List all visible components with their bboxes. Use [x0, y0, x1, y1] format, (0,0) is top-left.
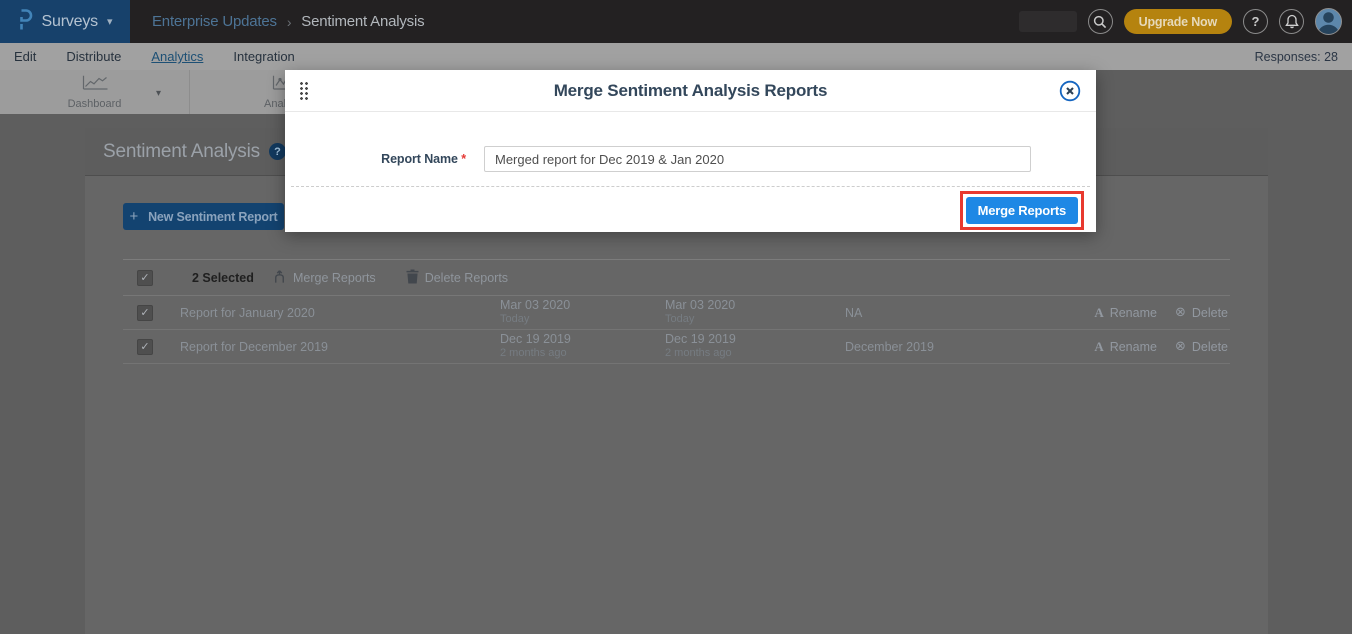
- help-icon[interactable]: ?: [1243, 9, 1268, 34]
- report-name-label: Report Name *: [285, 152, 466, 166]
- nav-item-edit[interactable]: Edit: [14, 49, 36, 64]
- check-icon: ✓: [140, 340, 149, 353]
- rename-label: Rename: [1110, 340, 1157, 354]
- brand-logo-icon: [18, 8, 33, 35]
- modal-header: Merge Sentiment Analysis Reports: [285, 70, 1096, 112]
- modal-title: Merge Sentiment Analysis Reports: [554, 81, 828, 101]
- selected-count: 2 Selected: [180, 271, 272, 285]
- survey-section-nav: Edit Distribute Analytics Integration Re…: [0, 43, 1352, 70]
- created-relative: 2 months ago: [500, 347, 665, 360]
- row-actions: A Rename ⊗ Delete: [1094, 305, 1230, 321]
- responses-count: Responses: 28: [1255, 50, 1338, 64]
- plus-icon: +: [130, 208, 139, 225]
- check-icon: ✓: [140, 271, 149, 284]
- modified-date-cell: Dec 19 2019 2 months ago: [665, 332, 845, 360]
- delete-reports-action[interactable]: Delete Reports: [406, 269, 508, 287]
- rename-action[interactable]: A Rename: [1094, 305, 1157, 321]
- check-icon: ✓: [140, 306, 149, 319]
- modified-relative: Today: [665, 313, 845, 326]
- breadcrumb-current: Sentiment Analysis: [301, 13, 424, 30]
- nav-item-analytics[interactable]: Analytics: [151, 49, 203, 64]
- modified-date: Dec 19 2019: [665, 332, 845, 347]
- tab-dashboard-label: Dashboard: [68, 98, 122, 110]
- delete-action[interactable]: ⊗ Delete: [1175, 339, 1228, 354]
- merge-reports-modal: Merge Sentiment Analysis Reports Report …: [285, 70, 1096, 232]
- page-title: Sentiment Analysis: [103, 141, 260, 163]
- topbar-actions: Upgrade Now ?: [1019, 8, 1352, 35]
- tab-dashboard[interactable]: Dashboard ▾: [0, 70, 190, 114]
- report-period: NA: [845, 306, 1085, 320]
- surveys-menu[interactable]: Surveys ▾: [0, 0, 130, 43]
- brand-label: Surveys: [42, 13, 98, 31]
- row-checkbox-cell: ✓: [123, 339, 180, 355]
- delete-circle-icon: ⊗: [1175, 339, 1186, 354]
- page-help-icon[interactable]: ?: [269, 143, 286, 160]
- merge-reports-button[interactable]: Merge Reports: [966, 197, 1078, 224]
- report-period: December 2019: [845, 340, 1085, 354]
- user-avatar[interactable]: [1315, 8, 1342, 35]
- created-date: Dec 19 2019: [500, 332, 665, 347]
- top-bar: Surveys ▾ Enterprise Updates › Sentiment…: [0, 0, 1352, 43]
- search-input[interactable]: [1019, 11, 1077, 32]
- notifications-bell-icon[interactable]: [1279, 9, 1304, 34]
- row-actions: A Rename ⊗ Delete: [1094, 339, 1230, 355]
- report-name-field-row: Report Name *: [285, 146, 1096, 172]
- table-row: ✓ Report for January 2020 Mar 03 2020 To…: [123, 296, 1230, 330]
- nav-item-integration[interactable]: Integration: [233, 49, 294, 64]
- line-chart-icon: [82, 75, 108, 95]
- report-name-input[interactable]: [484, 146, 1031, 172]
- rename-icon: A: [1094, 305, 1103, 321]
- trash-icon: [406, 269, 419, 287]
- help-glyph: ?: [1252, 14, 1260, 29]
- merge-reports-label: Merge Reports: [293, 271, 376, 285]
- new-sentiment-report-button[interactable]: + New Sentiment Report: [123, 203, 284, 230]
- header-checkbox-cell: ✓: [123, 270, 180, 286]
- breadcrumb-separator: ›: [287, 14, 291, 30]
- report-name-link[interactable]: Report for December 2019: [180, 340, 500, 354]
- select-all-checkbox[interactable]: ✓: [137, 270, 153, 286]
- delete-circle-icon: ⊗: [1175, 305, 1186, 320]
- modal-footer: Merge Reports: [291, 186, 1090, 232]
- modified-date-cell: Mar 03 2020 Today: [665, 298, 845, 326]
- drag-handle-icon[interactable]: [299, 81, 309, 101]
- row-checkbox[interactable]: ✓: [137, 339, 153, 355]
- table-row: ✓ Report for December 2019 Dec 19 2019 2…: [123, 330, 1230, 364]
- reports-table: ✓ 2 Selected Merge Reports: [123, 259, 1230, 364]
- created-date: Mar 03 2020: [500, 298, 665, 313]
- delete-action[interactable]: ⊗ Delete: [1175, 305, 1228, 320]
- modified-relative: 2 months ago: [665, 347, 845, 360]
- upgrade-now-button[interactable]: Upgrade Now: [1124, 9, 1232, 34]
- delete-label: Delete: [1192, 340, 1228, 354]
- created-date-cell: Mar 03 2020 Today: [500, 298, 665, 326]
- modified-date: Mar 03 2020: [665, 298, 845, 313]
- table-bulk-actions-row: ✓ 2 Selected Merge Reports: [123, 259, 1230, 296]
- rename-icon: A: [1094, 339, 1103, 355]
- chevron-down-icon: ▾: [107, 15, 113, 28]
- rename-action[interactable]: A Rename: [1094, 339, 1157, 355]
- tab-dashboard-caret-icon[interactable]: ▾: [156, 88, 161, 99]
- merge-icon: [272, 269, 287, 287]
- breadcrumb-parent-link[interactable]: Enterprise Updates: [152, 13, 277, 30]
- rename-label: Rename: [1110, 306, 1157, 320]
- required-asterisk: *: [461, 152, 466, 166]
- modal-close-icon[interactable]: [1059, 80, 1081, 102]
- created-date-cell: Dec 19 2019 2 months ago: [500, 332, 665, 360]
- modal-body: Report Name *: [285, 112, 1096, 186]
- row-checkbox[interactable]: ✓: [137, 305, 153, 321]
- new-report-label: New Sentiment Report: [148, 210, 277, 224]
- nav-item-distribute[interactable]: Distribute: [66, 49, 121, 64]
- report-name-label-text: Report Name: [381, 152, 458, 166]
- report-name-link[interactable]: Report for January 2020: [180, 306, 500, 320]
- breadcrumb: Enterprise Updates › Sentiment Analysis: [152, 13, 424, 30]
- search-icon[interactable]: [1088, 9, 1113, 34]
- created-relative: Today: [500, 313, 665, 326]
- merge-button-highlight: Merge Reports: [960, 191, 1084, 230]
- delete-reports-label: Delete Reports: [425, 271, 508, 285]
- merge-reports-action[interactable]: Merge Reports: [272, 269, 376, 287]
- row-checkbox-cell: ✓: [123, 305, 180, 321]
- delete-label: Delete: [1192, 306, 1228, 320]
